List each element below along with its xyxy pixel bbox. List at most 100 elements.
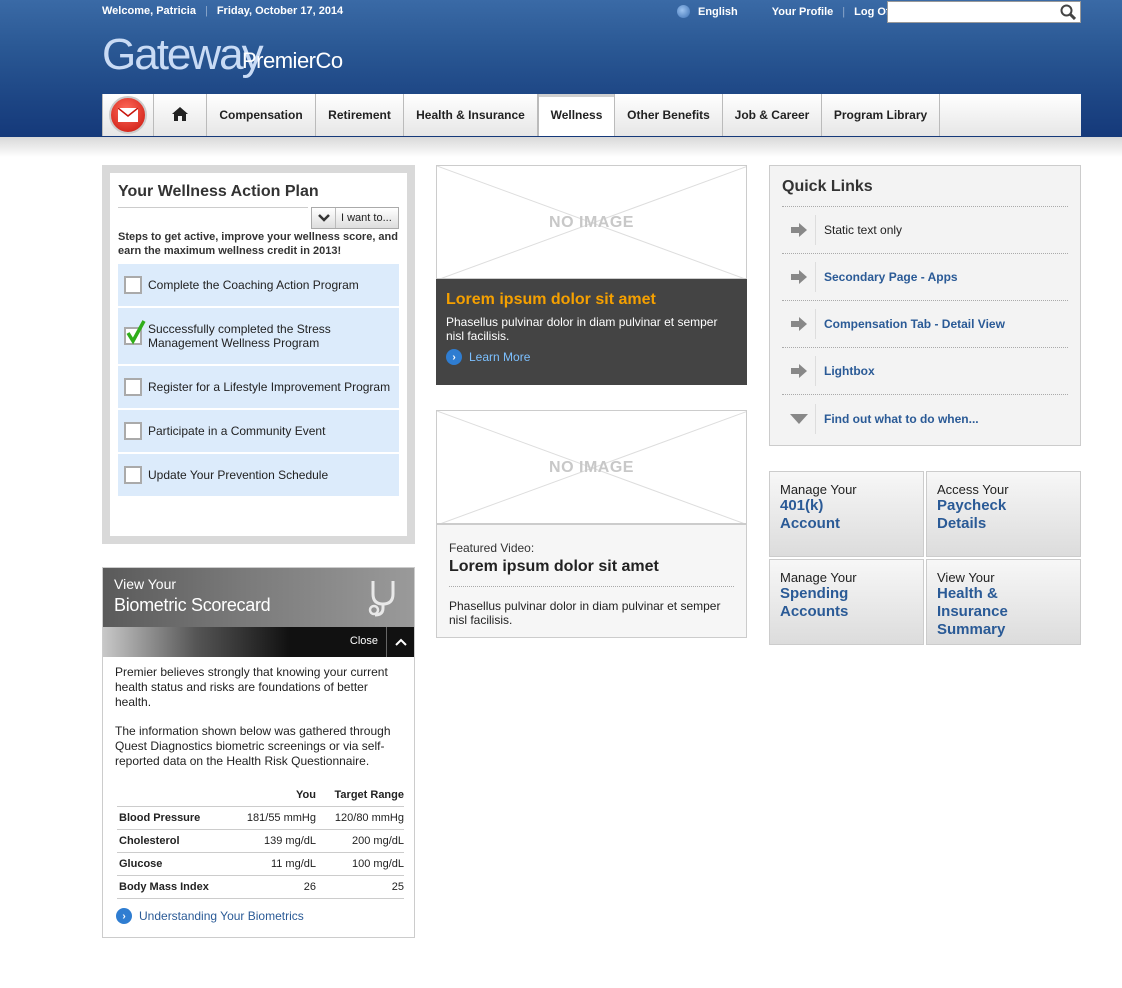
tab-health-insurance[interactable]: Health & Insurance — [404, 94, 538, 136]
step-label: Participate in a Community Event — [148, 424, 326, 438]
step-label: Register for a Lifestyle Improvement Pro… — [148, 380, 391, 394]
tab-program-library[interactable]: Program Library — [822, 94, 940, 136]
row-label: Cholesterol — [119, 835, 180, 847]
tab-other-benefits[interactable]: Other Benefits — [615, 94, 723, 136]
biometric-para-2: The information shown below was gathered… — [115, 724, 391, 768]
step-label: Complete the Coaching Action Program — [148, 278, 359, 292]
site-header: Welcome, Patricia | Friday, October 17, 20… — [0, 0, 1122, 137]
tab-home[interactable] — [154, 94, 207, 136]
wellness-steps: Complete the Coaching Action Program Suc… — [118, 264, 399, 498]
mail-button[interactable] — [102, 94, 154, 136]
chevron-down-icon — [312, 208, 336, 228]
checkbox[interactable] — [124, 422, 142, 440]
feature-image-placeholder: NO IMAGE — [436, 165, 747, 279]
arrow-circle-icon: › — [116, 908, 132, 924]
row-label: Blood Pressure — [119, 812, 201, 824]
globe-icon — [677, 5, 690, 18]
mail-icon — [109, 96, 147, 134]
tab-retirement[interactable]: Retirement — [316, 94, 404, 136]
checkbox[interactable] — [124, 466, 142, 484]
chevron-down-icon — [782, 403, 816, 434]
i-want-to-dropdown[interactable]: I want to... — [311, 207, 399, 229]
welcome-text: Welcome, Patricia — [102, 5, 196, 17]
biometric-title-1: View Your — [114, 576, 177, 592]
table-row: Body Mass Index 26 25 — [117, 876, 404, 899]
no-image-label: NO IMAGE — [549, 214, 634, 231]
arrow-circle-icon: › — [446, 349, 462, 365]
video-title[interactable]: Lorem ipsum dolor sit amet — [449, 558, 734, 587]
search-icon[interactable] — [1060, 4, 1077, 21]
video-image-placeholder[interactable]: NO IMAGE — [436, 410, 747, 524]
language-link[interactable]: English — [698, 6, 738, 18]
table-header: You Target Range — [117, 784, 404, 807]
tile-paycheck[interactable]: ›› Access Your Paycheck Details — [926, 471, 1081, 557]
biometric-table: You Target Range Blood Pressure 181/55 m… — [117, 784, 404, 899]
tile-spending[interactable]: ›› Manage Your Spending Accounts — [769, 559, 924, 645]
quick-link-item[interactable]: Compensation Tab - Detail View — [782, 301, 1068, 348]
checkbox[interactable] — [124, 378, 142, 396]
biometric-title-2: Biometric Scorecard — [114, 595, 271, 615]
main-nav: Compensation Retirement Health & Insuran… — [102, 94, 1081, 136]
wellness-step[interactable]: Participate in a Community Event — [118, 410, 399, 454]
video-text: Phasellus pulvinar dolor in diam pulvina… — [449, 599, 721, 627]
profile-link[interactable]: Your Profile — [772, 6, 834, 18]
row-label: Glucose — [119, 858, 163, 870]
wellness-action-plan: Your Wellness Action Plan I want to... S… — [102, 165, 415, 544]
col-target: Target Range — [334, 789, 404, 801]
i-want-to-label: I want to... — [341, 212, 392, 224]
table-row: Glucose 11 mg/dL 100 mg/dL — [117, 853, 404, 876]
stethoscope-icon — [365, 578, 405, 623]
row-target: 200 mg/dL — [352, 835, 404, 847]
row-label: Body Mass Index — [119, 881, 209, 893]
table-row: Blood Pressure 181/55 mmHg 120/80 mmHg — [117, 807, 404, 830]
utility-nav: English Your Profile | Log Off — [677, 5, 893, 18]
row-you: 26 — [303, 881, 316, 893]
collapse-button[interactable] — [386, 627, 414, 657]
biometric-scorecard: View Your Biometric Scorecard Close Prem… — [102, 567, 415, 938]
checkmark-icon — [126, 320, 146, 345]
checkbox-checked[interactable] — [124, 320, 146, 345]
search-box[interactable] — [887, 1, 1081, 23]
quick-link-item[interactable]: Secondary Page - Apps — [782, 254, 1068, 301]
table-row: Cholesterol 139 mg/dL 200 mg/dL — [117, 830, 404, 853]
quick-link-item[interactable]: Lightbox — [782, 348, 1068, 395]
checkbox[interactable] — [124, 276, 142, 294]
close-link[interactable]: Close — [350, 635, 378, 647]
wellness-step[interactable]: Complete the Coaching Action Program — [118, 264, 399, 308]
wellness-step[interactable]: Successfully completed the Stress Manage… — [118, 308, 399, 366]
wellness-step[interactable]: Update Your Prevention Schedule — [118, 454, 399, 498]
row-target: 100 mg/dL — [352, 858, 404, 870]
biometric-para-1: Premier believes strongly that knowing y… — [115, 665, 388, 709]
tab-wellness[interactable]: Wellness — [538, 94, 615, 136]
feature-card: Lorem ipsum dolor sit amet Phasellus pul… — [436, 279, 747, 385]
tab-compensation[interactable]: Compensation — [207, 94, 316, 136]
row-target: 120/80 mmHg — [334, 812, 404, 824]
video-label: Featured Video: — [449, 541, 535, 555]
tile-401k[interactable]: ›› Manage Your 401(k) Account — [769, 471, 924, 557]
home-icon — [171, 106, 189, 125]
quick-link-item[interactable]: Find out what to do when... — [782, 395, 1068, 442]
row-you: 181/55 mmHg — [246, 812, 316, 824]
no-image-label: NO IMAGE — [549, 459, 634, 476]
quick-links: Quick Links Static text only Secondary P… — [769, 165, 1081, 446]
header-shadow — [0, 137, 1122, 157]
understanding-biometrics-link[interactable]: › Understanding Your Biometrics — [116, 908, 304, 924]
featured-video-card: Featured Video: Lorem ipsum dolor sit am… — [436, 524, 747, 638]
row-you: 11 mg/dL — [270, 858, 316, 870]
quick-links-title: Quick Links — [782, 178, 873, 195]
learn-more-link[interactable]: › Learn More — [446, 349, 737, 365]
row-target: 25 — [391, 881, 404, 893]
tab-job-career[interactable]: Job & Career — [723, 94, 822, 136]
biometric-header: View Your Biometric Scorecard Close — [103, 568, 414, 657]
welcome-bar: Welcome, Patricia | Friday, October 17, 20… — [102, 5, 344, 17]
wellness-title: Your Wellness Action Plan — [118, 183, 319, 200]
logo-premierco[interactable]: PremierCo — [242, 48, 343, 74]
feature-title[interactable]: Lorem ipsum dolor sit amet — [446, 291, 737, 309]
quick-link-static: Static text only — [782, 207, 1068, 254]
logo-gateway[interactable]: Gateway — [102, 30, 264, 80]
wellness-step[interactable]: Register for a Lifestyle Improvement Pro… — [118, 366, 399, 410]
search-input[interactable] — [892, 3, 1052, 21]
col-you: You — [296, 789, 316, 801]
row-you: 139 mg/dL — [264, 835, 316, 847]
tile-health-insurance[interactable]: ›› View Your Health & Insurance Summary — [926, 559, 1081, 645]
